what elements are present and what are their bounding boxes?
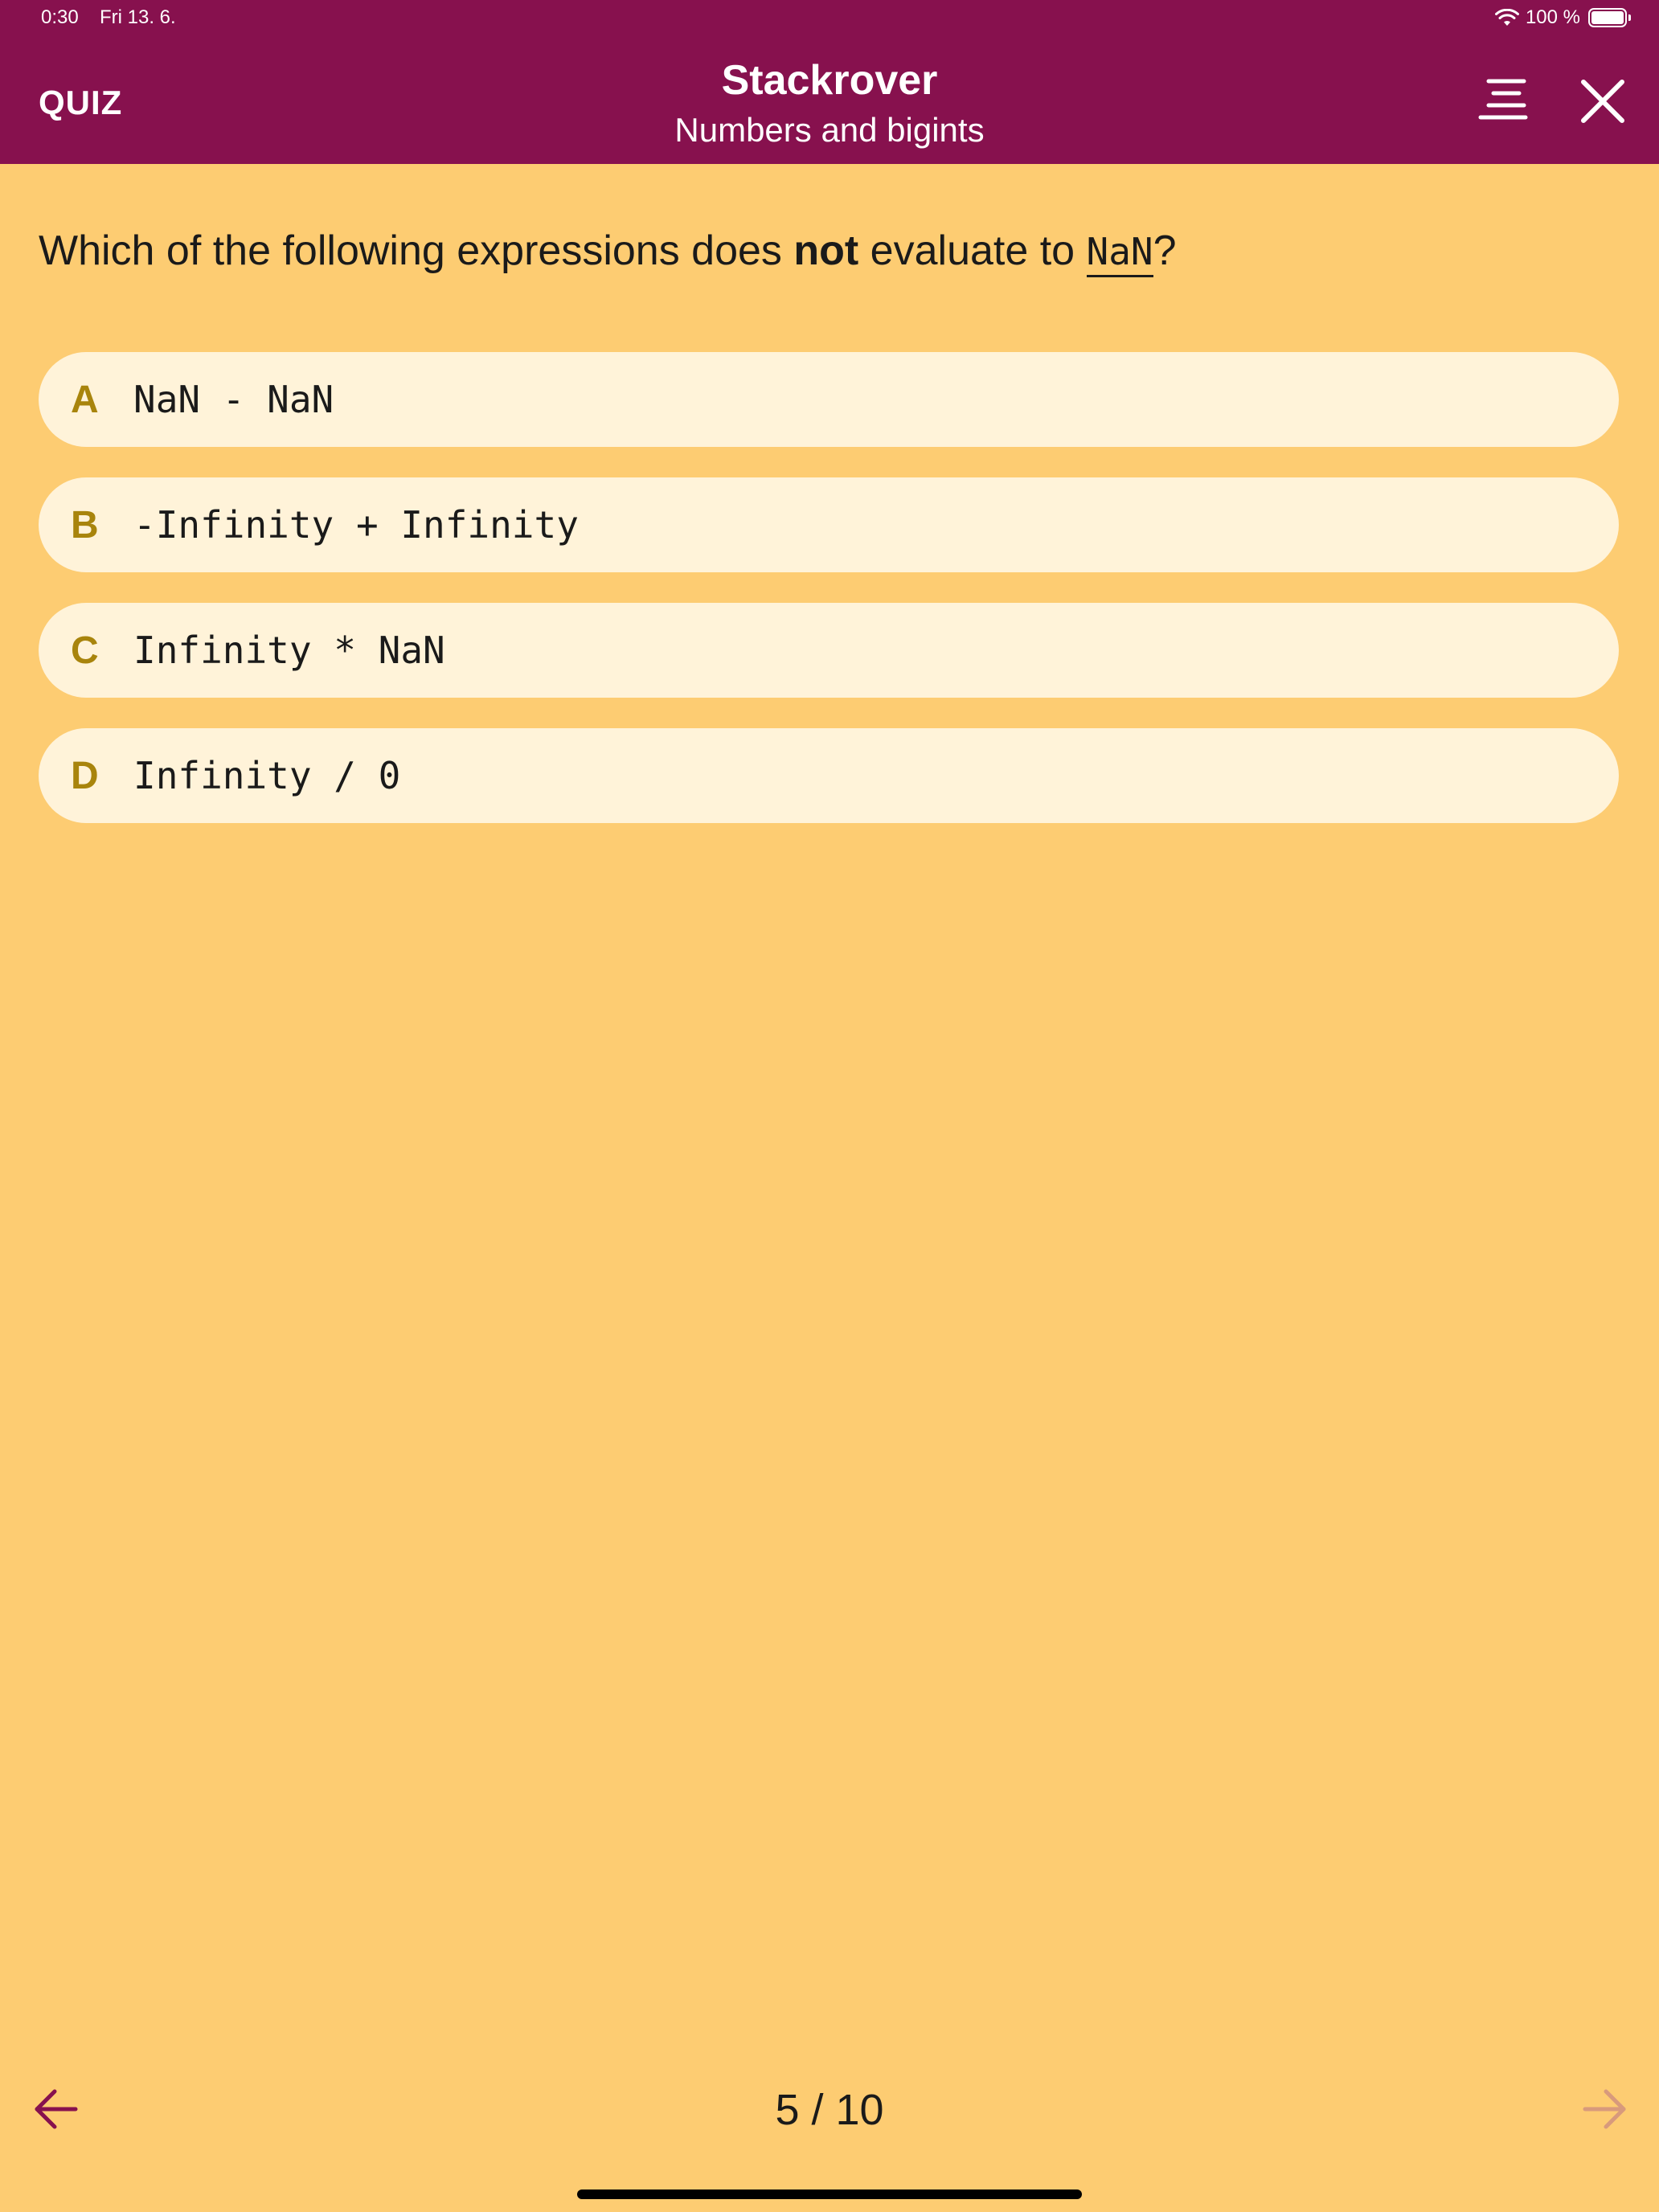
question-prefix: Which of the following expressions does <box>39 227 794 274</box>
status-time: 0:30 <box>41 6 79 28</box>
app-header: 0:30 Fri 13. 6. 100 % QUIZ Stackrover Nu… <box>0 0 1659 164</box>
close-button[interactable] <box>1579 77 1627 125</box>
page-subtitle: Numbers and bigints <box>674 111 985 149</box>
option-code: -Infinity + Infinity <box>133 503 579 547</box>
answer-option-c[interactable]: C Infinity * NaN <box>39 603 1619 698</box>
answer-option-a[interactable]: A NaN - NaN <box>39 352 1619 447</box>
battery-icon <box>1588 8 1631 27</box>
option-letter: C <box>71 629 99 672</box>
option-code: NaN - NaN <box>133 378 334 421</box>
option-letter: D <box>71 754 99 797</box>
question-emphasis: not <box>793 227 859 274</box>
next-question-button[interactable] <box>1580 2085 1628 2133</box>
status-indicators: 100 % <box>1494 6 1631 29</box>
menu-button[interactable] <box>1477 77 1529 125</box>
page-title: Stackrover <box>721 57 938 104</box>
option-letter: A <box>71 378 99 421</box>
question-suffix: ? <box>1153 227 1177 274</box>
option-code: Infinity * NaN <box>133 629 445 672</box>
question-code: NaN <box>1086 230 1153 277</box>
option-code: Infinity / 0 <box>133 754 401 797</box>
question-middle: evaluate to <box>858 227 1087 274</box>
answer-option-b[interactable]: B -Infinity + Infinity <box>39 477 1619 572</box>
question-progress: 5 / 10 <box>775 2086 884 2134</box>
home-indicator[interactable] <box>577 2189 1082 2199</box>
option-letter: B <box>71 503 99 547</box>
wifi-icon <box>1494 9 1519 26</box>
status-date: Fri 13. 6. <box>100 6 176 28</box>
answer-option-d[interactable]: D Infinity / 0 <box>39 728 1619 823</box>
question-text: Which of the following expressions does … <box>39 227 1177 277</box>
close-icon <box>1581 80 1624 123</box>
arrow-right-icon <box>1583 2089 1626 2129</box>
menu-icon <box>1478 79 1528 120</box>
battery-percentage: 100 % <box>1525 6 1580 28</box>
